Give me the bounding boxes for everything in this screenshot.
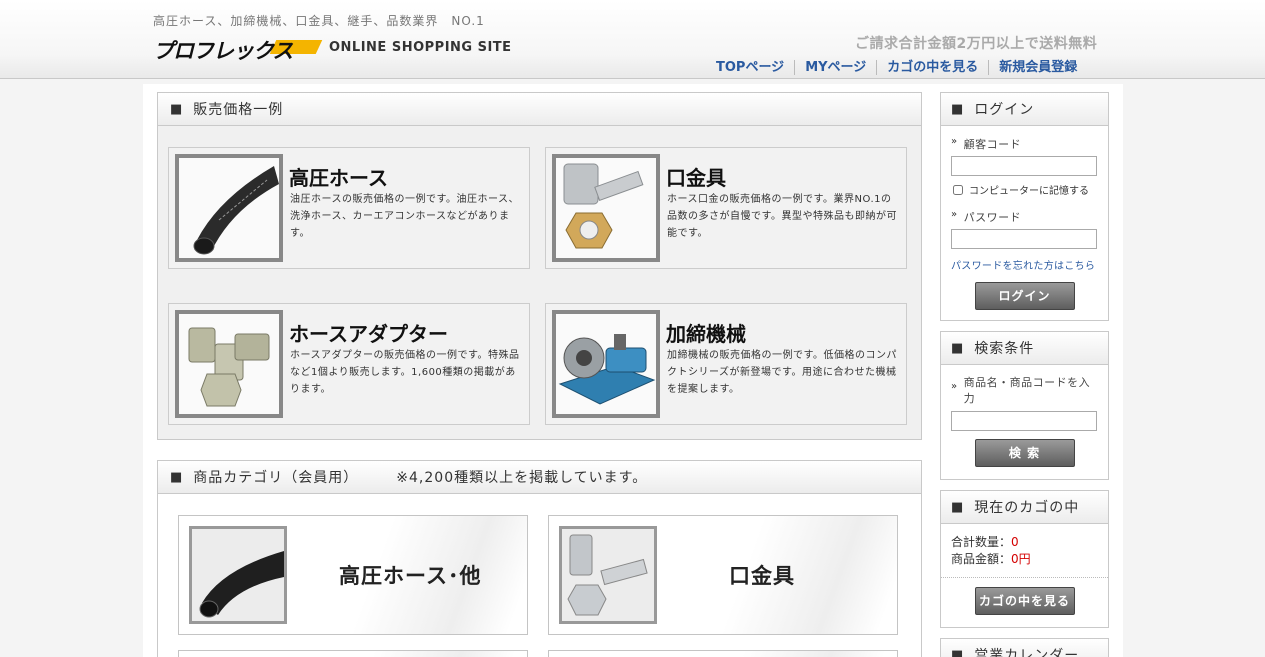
square-bullet-icon: ■: [951, 101, 965, 117]
login-panel: ■ ログイン » 顧客コード コンピューターに記憶する » パスワード パスワー…: [940, 92, 1109, 321]
search-panel-header: ■ 検索条件: [941, 332, 1108, 365]
login-panel-title: ログイン: [974, 102, 1035, 118]
double-chevron-icon: »: [951, 136, 958, 147]
cart-panel-title: 現在のカゴの中: [974, 500, 1080, 516]
site-subtitle: ONLINE SHOPPING SITE: [329, 40, 512, 55]
category-card-partial[interactable]: [548, 650, 898, 657]
site-header: 高圧ホース、加締機械、口金具、継手、品数業界 NO.1 プロフレックス ONLI…: [0, 0, 1265, 79]
product-card-hose[interactable]: 高圧ホース 油圧ホースの販売価格の一例です。油圧ホース、洗浄ホース、カーエアコン…: [168, 147, 530, 269]
machine-image[interactable]: [552, 310, 660, 418]
cart-amount-row: 商品金額：0円: [951, 551, 1108, 568]
category-section-header: ■ 商品カテゴリ（会員用） ※4,200種類以上を掲載しています。: [158, 461, 921, 494]
category-fitting-image[interactable]: [559, 526, 657, 624]
remember-label[interactable]: コンピューターに記憶する: [969, 182, 1089, 197]
card-description: ホース口金の販売価格の一例です。業界NO.1の品数の多さが自慢です。異型や特殊品…: [667, 194, 897, 239]
card-title[interactable]: 口金具: [666, 162, 726, 191]
card-title[interactable]: ホースアダプター: [289, 318, 448, 347]
customer-code-label: 顧客コード: [963, 138, 1022, 151]
category-card-partial[interactable]: [178, 650, 528, 657]
square-bullet-icon: ■: [951, 647, 965, 657]
price-section-header: ■ 販売価格一例: [158, 93, 921, 126]
category-hose-image[interactable]: [189, 526, 287, 624]
card-description: 加締機械の販売価格の一例です。低価格のコンパクトシリーズが新登場です。用途に合わ…: [667, 350, 897, 395]
nav-register[interactable]: 新規会員登録: [988, 60, 1087, 75]
product-card-fitting[interactable]: 口金具 ホース口金の販売価格の一例です。業界NO.1の品数の多さが自慢です。異型…: [545, 147, 907, 269]
cart-panel-header: ■ 現在のカゴの中: [941, 491, 1108, 524]
password-label: パスワード: [963, 211, 1022, 224]
header-tagline: 高圧ホース、加締機械、口金具、継手、品数業界 NO.1: [153, 14, 485, 28]
logo-text: プロフレックス: [153, 39, 293, 63]
search-button[interactable]: 検 索: [974, 439, 1075, 467]
card-description: 油圧ホースの販売価格の一例です。油圧ホース、洗浄ホース、カーエアコンホースなどが…: [290, 194, 519, 239]
double-chevron-icon: »: [951, 381, 958, 392]
search-panel: ■ 検索条件 » 商品名・商品コードを入力 検 索: [940, 331, 1109, 480]
category-section-title: 商品カテゴリ（会員用）: [193, 470, 359, 486]
product-card-adapter[interactable]: ホースアダプター ホースアダプターの販売価格の一例です。特殊品など1個より販売し…: [168, 303, 530, 425]
card-description: ホースアダプターの販売価格の一例です。特殊品など1個より販売します。1,600種…: [290, 350, 520, 395]
search-label: 商品名・商品コードを入力: [963, 376, 1091, 405]
login-panel-header: ■ ログイン: [941, 93, 1108, 126]
search-label-row: » 商品名・商品コードを入力: [951, 375, 1108, 407]
password-label-row: » パスワード: [951, 209, 1108, 225]
product-card-machine[interactable]: 加締機械 加締機械の販売価格の一例です。低価格のコンパクトシリーズが新登場です。…: [545, 303, 907, 425]
remember-row[interactable]: コンピューターに記憶する: [953, 182, 1108, 197]
category-label[interactable]: 口金具: [729, 560, 795, 590]
customer-code-label-row: » 顧客コード: [951, 136, 1108, 152]
cart-quantity-row: 合計数量：0: [951, 534, 1108, 551]
login-button[interactable]: ログイン: [974, 282, 1075, 310]
calendar-panel-header: ■ 営業カレンダー: [941, 639, 1108, 657]
customer-code-input[interactable]: [951, 156, 1097, 176]
card-title[interactable]: 加締機械: [666, 318, 746, 347]
header-nav: TOPページ MYページ カゴの中を見る 新規会員登録: [716, 60, 1087, 75]
nav-cart[interactable]: カゴの中を見る: [876, 60, 988, 75]
cart-quantity-label: 合計数量：: [951, 535, 1012, 549]
cart-quantity-value: 0: [1011, 535, 1019, 549]
calendar-panel-title: 営業カレンダー: [974, 648, 1080, 657]
search-input[interactable]: [951, 411, 1097, 431]
cart-divider: [941, 577, 1108, 578]
square-bullet-icon: ■: [951, 499, 965, 515]
category-section-note: ※4,200種類以上を掲載しています。: [396, 470, 648, 486]
cart-amount-value: 0円: [1011, 552, 1031, 566]
price-section-title: 販売価格一例: [193, 102, 284, 118]
remember-checkbox[interactable]: [953, 184, 963, 195]
square-bullet-icon: ■: [951, 340, 965, 356]
cart-panel: ■ 現在のカゴの中 合計数量：0 商品金額：0円 カゴの中を見る: [940, 490, 1109, 628]
category-label[interactable]: 高圧ホース･他: [339, 560, 481, 590]
cart-amount-label: 商品金額：: [951, 552, 1012, 566]
calendar-panel: ■ 営業カレンダー: [940, 638, 1109, 657]
search-panel-title: 検索条件: [974, 341, 1035, 357]
view-cart-button[interactable]: カゴの中を見る: [974, 587, 1075, 615]
nav-top[interactable]: TOPページ: [716, 60, 794, 75]
password-input[interactable]: [951, 229, 1097, 249]
forgot-password-link[interactable]: パスワードを忘れた方はこちら: [951, 257, 1108, 272]
adapter-image[interactable]: [175, 310, 283, 418]
hose-image[interactable]: [175, 154, 283, 262]
square-bullet-icon: ■: [170, 101, 184, 117]
category-card-hose[interactable]: 高圧ホース･他: [178, 515, 528, 635]
category-card-fitting[interactable]: 口金具: [548, 515, 898, 635]
site-logo[interactable]: プロフレックス: [153, 35, 323, 63]
fitting-image[interactable]: [552, 154, 660, 262]
shipping-notice: ご請求合計金額2万円以上で送料無料: [855, 36, 1098, 52]
nav-mypage[interactable]: MYページ: [794, 60, 876, 75]
double-chevron-icon: »: [951, 209, 958, 220]
square-bullet-icon: ■: [170, 469, 184, 485]
card-title[interactable]: 高圧ホース: [289, 162, 388, 191]
